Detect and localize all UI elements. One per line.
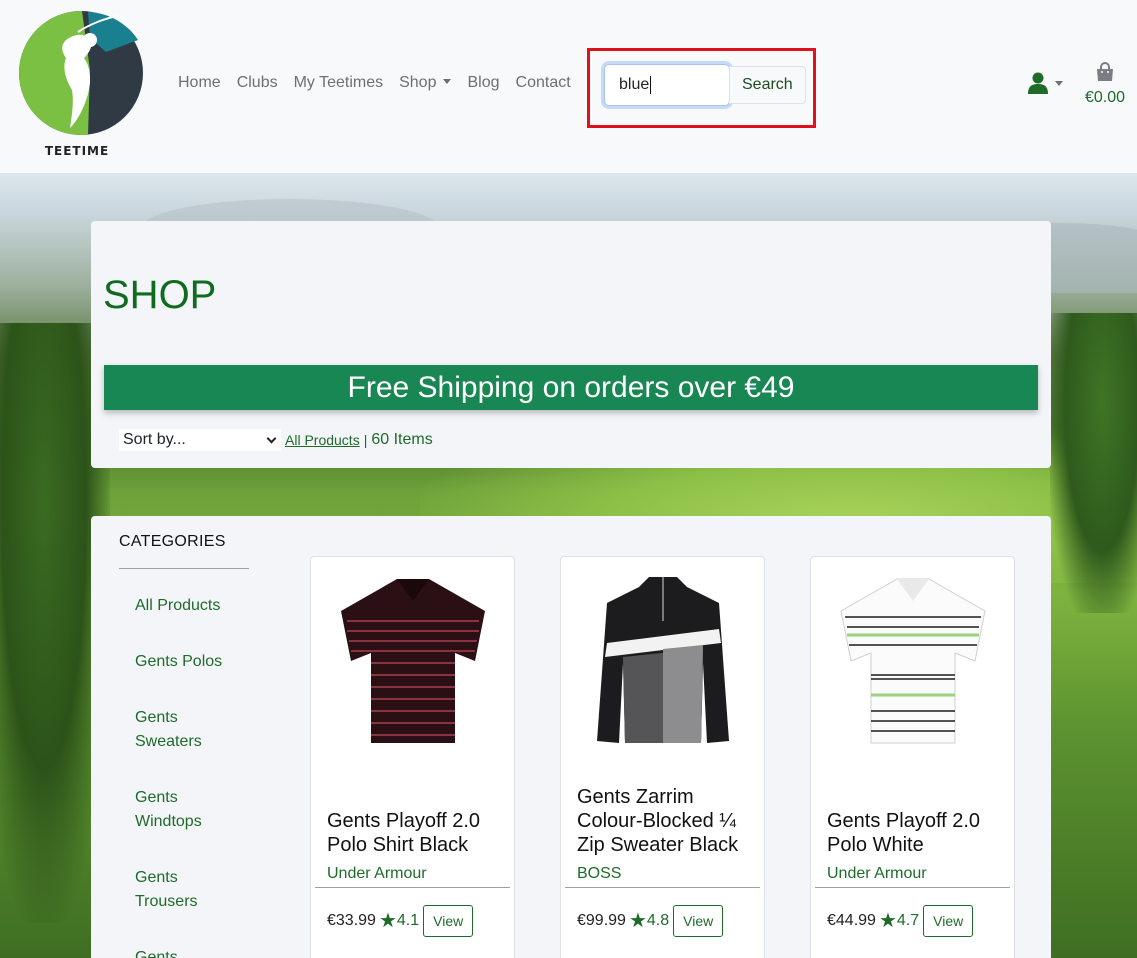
text-cursor [650,76,652,94]
divider [565,887,760,888]
teetime-logo[interactable]: TEETIME [18,10,144,160]
search-input-value: blue [619,76,650,93]
star-icon: ★ [628,910,647,932]
chevron-down-icon [266,433,277,443]
trees-shape [1050,313,1137,613]
product-card[interactable]: Gents Playoff 2.0 Polo White Under Armou… [810,556,1015,958]
search-button[interactable]: Search [729,66,806,104]
divider [119,568,249,569]
product-brand: BOSS [577,865,622,882]
white-polo-shirt-image [840,578,986,744]
shop-header-card: SHOP Free Shipping on orders over €49 So… [91,221,1051,468]
category-all-products[interactable]: All Products [135,594,231,618]
nav-blog[interactable]: Blog [467,74,499,92]
cart-total: €0.00 [1084,89,1126,106]
logo-wordmark: TEETIME [44,144,110,158]
nav-home[interactable]: Home [178,74,221,92]
category-gents-sweaters[interactable]: Gents Sweaters [135,706,231,754]
nav-shop-label: Shop [399,74,437,91]
price-row: €44.99 ★ 4.7 View [827,905,974,937]
product-name[interactable]: Gents Zarrim Colour-Blocked ¼ Zip Sweate… [577,785,757,857]
black-polo-shirt-image [341,579,485,743]
view-button[interactable]: View [923,905,974,937]
sort-select[interactable]: Sort by... [119,429,281,451]
cart-link[interactable]: €0.00 [1082,62,1128,107]
price-row: €99.99 ★ 4.8 View [577,905,724,937]
golfer-logo-icon [19,11,143,135]
sort-select-value: Sort by... [123,431,186,448]
price-row: €33.99 ★ 4.1 View [327,905,474,937]
category-list: All Products Gents Polos Gents Sweaters … [135,594,231,958]
chevron-down-icon [1055,80,1063,86]
free-shipping-banner: Free Shipping on orders over €49 [104,365,1038,410]
product-name[interactable]: Gents Playoff 2.0 Polo White [827,809,1007,857]
nav-contact[interactable]: Contact [516,74,571,92]
product-price: €99.99 [577,912,626,929]
chevron-down-icon [443,79,452,84]
black-quarter-zip-sweater-image [597,577,729,743]
nav-shop-dropdown[interactable]: Shop [399,74,452,92]
product-card[interactable]: Gents Playoff 2.0 Polo Shirt Black Under… [310,556,515,958]
product-name[interactable]: Gents Playoff 2.0 Polo Shirt Black [327,809,507,857]
star-icon: ★ [378,910,397,932]
view-button[interactable]: View [673,905,724,937]
product-card[interactable]: Gents Zarrim Colour-Blocked ¼ Zip Sweate… [560,556,765,958]
page-title: SHOP [103,273,217,317]
nav-my-teetimes[interactable]: My Teetimes [294,74,384,92]
search-form: blue Search [604,64,806,106]
divider [315,887,510,888]
sort-row: Sort by... All Products | 60 Items [119,429,433,451]
product-price: €33.99 [327,912,376,929]
product-rating: 4.8 [646,912,670,929]
category-gents-polos[interactable]: Gents Polos [135,650,231,674]
breadcrumb-all-products[interactable]: All Products [285,432,360,448]
search-input[interactable]: blue [604,64,730,106]
item-count: 60 Items [371,431,433,448]
view-button[interactable]: View [423,905,474,937]
navbar: TEETIME Home Clubs My Teetimes Shop Blog… [0,0,1137,173]
category-gents-windtops[interactable]: Gents Windtops [135,786,231,834]
product-rating: 4.7 [896,912,920,929]
divider [815,887,1010,888]
breadcrumb-separator: | [363,432,368,448]
nav-clubs[interactable]: Clubs [237,74,278,92]
category-gents-trousers[interactable]: Gents Trousers [135,866,231,914]
account-dropdown[interactable] [1028,72,1063,94]
shopping-bag-icon [1097,62,1113,81]
product-brand: Under Armour [327,865,427,882]
main-nav: Home Clubs My Teetimes Shop Blog Contact [178,74,587,92]
product-rating: 4.1 [396,912,420,929]
product-price: €44.99 [827,912,876,929]
categories-heading: CATEGORIES [119,533,226,550]
user-icon [1028,72,1048,94]
category-gents-more[interactable]: Gents [135,946,231,958]
products-card: CATEGORIES All Products Gents Polos Gent… [91,516,1051,958]
star-icon: ★ [878,910,897,932]
product-brand: Under Armour [827,865,927,882]
